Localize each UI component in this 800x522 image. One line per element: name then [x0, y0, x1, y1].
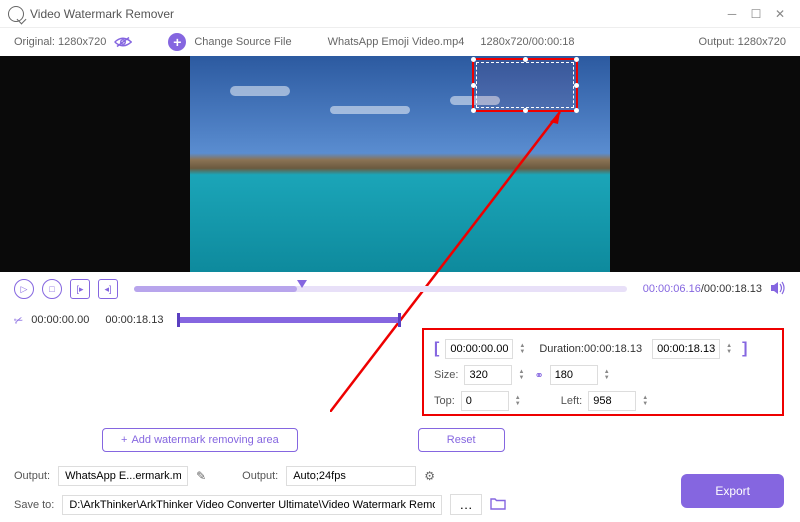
left-label: Left: — [561, 395, 582, 407]
top-input[interactable] — [461, 391, 509, 411]
browse-path-button[interactable]: … — [450, 494, 481, 515]
range-end-input[interactable] — [652, 339, 720, 359]
left-spinner[interactable]: ▲▼ — [642, 395, 652, 407]
minimize-button[interactable]: ─ — [720, 7, 744, 21]
output-settings-label: Output: — [242, 470, 278, 482]
left-input[interactable] — [588, 391, 636, 411]
aspect-lock-icon[interactable]: ⚭ — [534, 369, 543, 382]
close-button[interactable]: ✕ — [768, 7, 792, 21]
plus-icon: + — [121, 434, 127, 446]
reset-button[interactable]: Reset — [418, 428, 505, 452]
timeline-end: 00:00:18.13 — [105, 314, 163, 326]
preview-toggle-icon[interactable] — [114, 35, 132, 49]
cut-icon[interactable]: ✂ — [12, 312, 25, 327]
output-settings-input[interactable] — [286, 466, 416, 486]
change-source-label[interactable]: Change Source File — [194, 36, 291, 48]
source-filename: WhatsApp Emoji Video.mp4 — [328, 36, 465, 48]
range-start-input[interactable] — [445, 339, 513, 359]
bracket-open-icon[interactable]: [ — [434, 340, 439, 358]
height-input[interactable] — [550, 365, 598, 385]
range-start-spinner[interactable]: ▲▼ — [519, 343, 529, 355]
seek-thumb[interactable] — [297, 280, 307, 288]
add-source-button[interactable]: + — [168, 33, 186, 51]
timeline-start: 00:00:00.00 — [31, 314, 89, 326]
mark-out-button[interactable]: ◂] — [98, 279, 118, 299]
mark-in-button[interactable]: [▸ — [70, 279, 90, 299]
output-filename-input[interactable] — [58, 466, 188, 486]
output-file-label: Output: — [14, 470, 50, 482]
video-preview[interactable] — [0, 56, 800, 272]
segment-timeline[interactable] — [179, 317, 399, 323]
width-input[interactable] — [464, 365, 512, 385]
range-end-spinner[interactable]: ▲▼ — [726, 343, 736, 355]
add-area-button[interactable]: + Add watermark removing area — [102, 428, 298, 452]
original-dimensions: Original: 1280x720 — [14, 36, 106, 48]
selection-params-panel: [ ▲▼ Duration:00:00:18.13 ▲▼ ] Size: ▲▼ … — [422, 328, 784, 416]
duration-label: Duration:00:00:18.13 — [539, 343, 642, 355]
window-title: Video Watermark Remover — [30, 7, 720, 21]
top-label: Top: — [434, 395, 455, 407]
volume-icon[interactable] — [770, 281, 786, 298]
save-to-label: Save to: — [14, 499, 54, 511]
total-time: /00:00:18.13 — [701, 283, 762, 295]
settings-gear-icon[interactable]: ⚙ — [424, 469, 435, 483]
stop-button[interactable]: □ — [42, 279, 62, 299]
app-logo-icon — [8, 6, 24, 22]
height-spinner[interactable]: ▲▼ — [604, 369, 614, 381]
watermark-selection-box[interactable] — [472, 58, 578, 112]
open-folder-icon[interactable] — [490, 497, 506, 513]
source-dims-duration: 1280x720/00:00:18 — [480, 36, 574, 48]
save-path-input[interactable] — [62, 495, 442, 515]
size-label: Size: — [434, 369, 458, 381]
bracket-close-icon[interactable]: ] — [742, 340, 747, 358]
top-spinner[interactable]: ▲▼ — [515, 395, 525, 407]
seek-slider[interactable] — [134, 286, 627, 292]
edit-filename-icon[interactable]: ✎ — [196, 469, 206, 483]
width-spinner[interactable]: ▲▼ — [518, 369, 528, 381]
export-button[interactable]: Export — [681, 474, 784, 508]
play-button[interactable]: ▷ — [14, 279, 34, 299]
output-dimensions: Output: 1280x720 — [699, 36, 786, 48]
current-time: 00:00:06.16 — [643, 283, 701, 295]
maximize-button[interactable]: ☐ — [744, 7, 768, 21]
